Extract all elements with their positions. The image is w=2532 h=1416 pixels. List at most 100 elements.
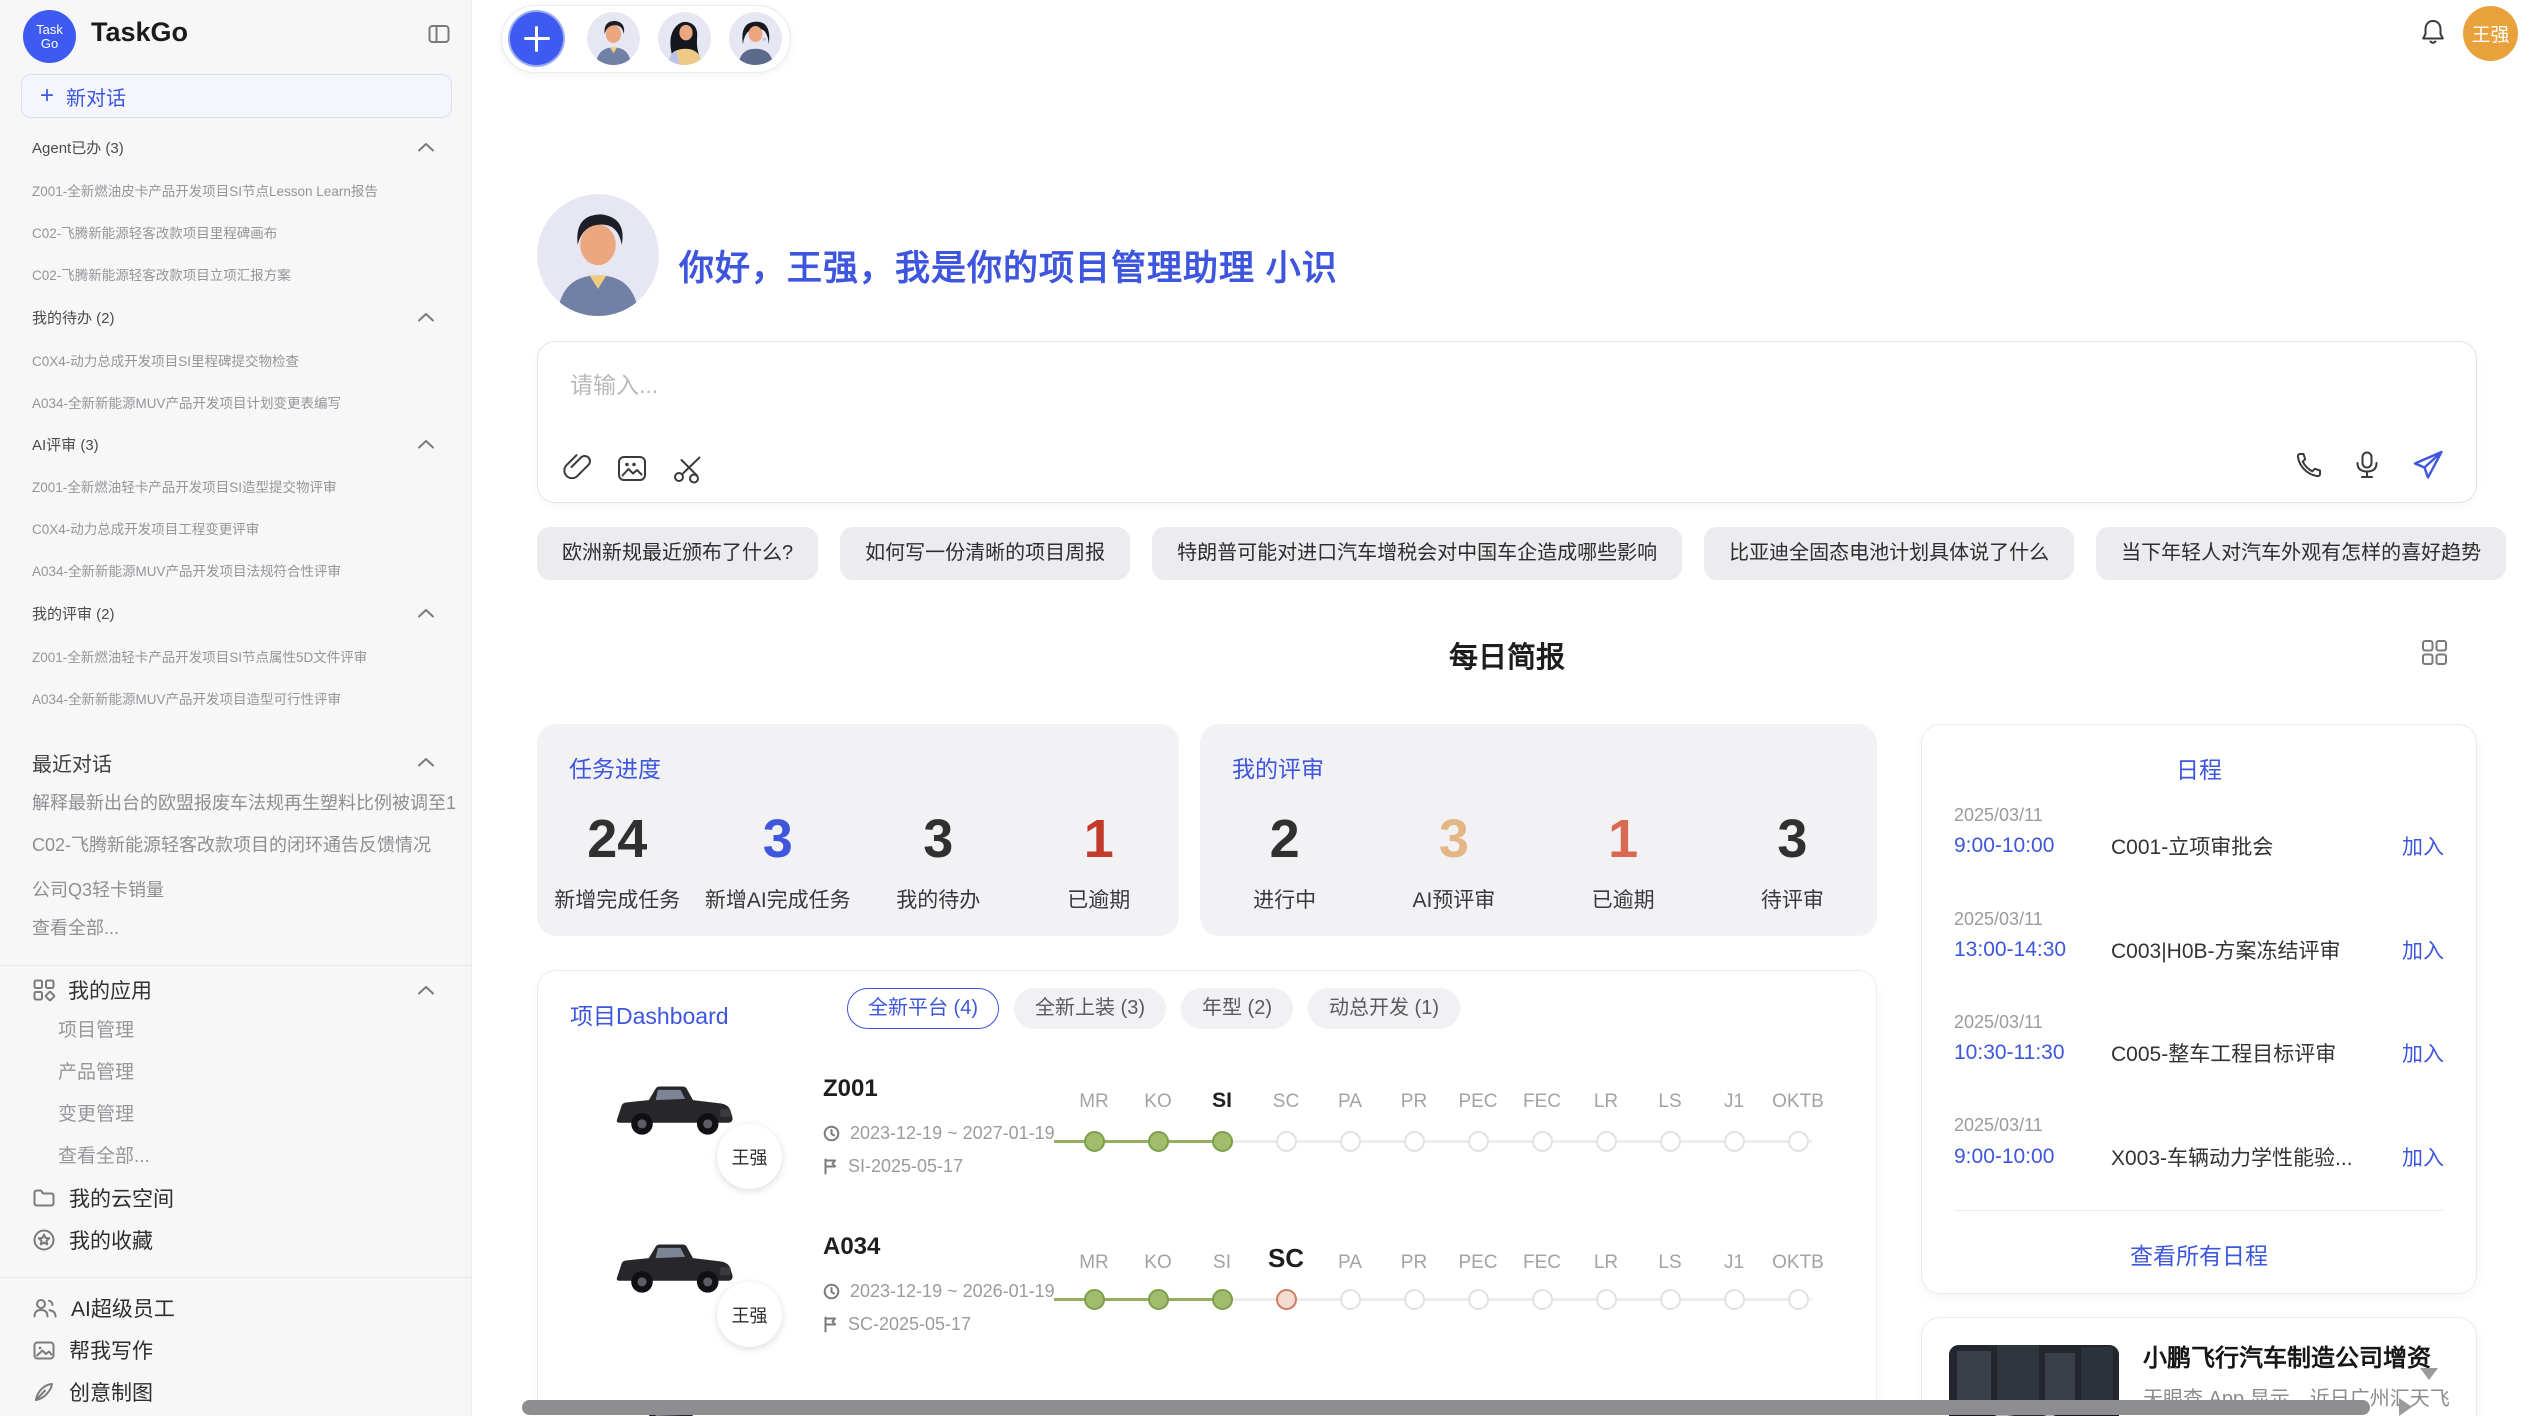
chevron-up-icon[interactable]	[417, 756, 435, 768]
sidebar-item-ai-employee[interactable]: AI超级员工	[32, 1293, 175, 1323]
metric-label: 已逾期	[1019, 884, 1180, 914]
sidebar-item[interactable]: C0X4-动力总成开发项目工程变更评审	[32, 518, 454, 536]
milestone-dot-done	[1212, 1289, 1233, 1310]
sidebar-item-favorites[interactable]: 我的收藏	[32, 1225, 153, 1255]
recent-view-all[interactable]: 查看全部...	[32, 914, 456, 938]
milestone-dot	[1788, 1289, 1809, 1310]
avatar-agent-3[interactable]	[729, 12, 782, 65]
microphone-icon[interactable]	[2352, 450, 2382, 481]
horizontal-scrollbar-thumb[interactable]	[522, 1400, 2370, 1415]
tab-new-body[interactable]: 全新上装 (3)	[1014, 988, 1166, 1029]
sidebar-item-creative-draw[interactable]: 创意制图	[32, 1377, 153, 1407]
notification-bell-icon[interactable]	[2419, 18, 2447, 48]
app-item-project-mgmt[interactable]: 项目管理	[58, 1015, 454, 1040]
scroll-down-arrow-icon[interactable]	[2420, 1368, 2438, 1380]
assistant-avatar	[537, 194, 659, 316]
section-header-agent-done[interactable]: Agent已办 (3)	[32, 137, 435, 157]
sidebar-item[interactable]: C02-飞腾新能源轻客改款项目里程碑画布	[32, 222, 454, 240]
avatar-agent-1[interactable]	[587, 12, 640, 65]
suggestion-chip[interactable]: 特朗普可能对进口汽车增税会对中国车企造成哪些影响	[1152, 527, 1682, 580]
chevron-up-icon[interactable]	[417, 607, 435, 619]
sidebar-item[interactable]: A034-全新新能源MUV产品开发项目计划变更表编写	[32, 392, 454, 410]
milestone-labels: MRKOSISCPAPRPECFECLRLSJ1OKTB	[1062, 1243, 1830, 1274]
project-name[interactable]: A034	[823, 1233, 880, 1261]
metric-label: 已逾期	[1539, 884, 1708, 914]
image-edit-icon	[32, 1340, 56, 1361]
project-date-range: 2023-12-19 ~ 2026-01-19	[823, 1281, 1055, 1302]
sidebar-item[interactable]: A034-全新新能源MUV产品开发项目造型可行性评审	[32, 688, 454, 706]
join-link[interactable]: 加入	[2402, 935, 2444, 965]
sidebar-item-help-write[interactable]: 帮我写作	[32, 1335, 153, 1365]
sidebar-item[interactable]: C02-飞腾新能源轻客改款项目立项汇报方案	[32, 264, 454, 282]
section-header-my-review[interactable]: 我的评审 (2)	[32, 603, 435, 623]
milestone-dot-done	[1148, 1131, 1169, 1152]
suggestion-chip[interactable]: 比亚迪全固态电池计划具体说了什么	[1704, 527, 2074, 580]
app-item-change-mgmt[interactable]: 变更管理	[58, 1099, 454, 1124]
suggestion-chip[interactable]: 欧洲新规最近颁布了什么?	[537, 527, 818, 580]
apps-grid-icon	[32, 978, 56, 1002]
app-item-product-mgmt[interactable]: 产品管理	[58, 1057, 454, 1082]
join-link[interactable]: 加入	[2402, 831, 2444, 861]
sidebar-collapse-icon[interactable]	[427, 22, 451, 46]
apps-view-all[interactable]: 查看全部...	[58, 1141, 454, 1166]
layout-grid-icon[interactable]	[2421, 639, 2448, 666]
sidebar-item-cloud-space[interactable]: 我的云空间	[32, 1183, 174, 1213]
chat-input[interactable]	[568, 364, 2072, 438]
milestone-dot-done	[1148, 1289, 1169, 1310]
event-date: 2025/03/11	[1954, 909, 2043, 930]
join-link[interactable]: 加入	[2402, 1142, 2444, 1172]
screenshot-scissors-icon[interactable]	[672, 453, 704, 484]
star-badge-icon	[32, 1228, 56, 1252]
chevron-up-icon[interactable]	[417, 984, 435, 996]
tab-powertrain[interactable]: 动总开发 (1)	[1308, 988, 1460, 1029]
join-link[interactable]: 加入	[2402, 1038, 2444, 1068]
section-header-recent-chats[interactable]: 最近对话	[32, 749, 435, 775]
sidebar-item[interactable]: Z001-全新燃油轻卡产品开发项目SI造型提交物评审	[32, 476, 454, 494]
metric: 3 我的待办	[858, 810, 1019, 914]
user-avatar[interactable]: 王强	[2463, 6, 2518, 61]
milestone-dot-done	[1084, 1131, 1105, 1152]
sidebar-item[interactable]: Z001-全新燃油轻卡产品开发项目SI节点属性5D文件评审	[32, 646, 454, 664]
recent-chat-item[interactable]: 公司Q3轻卡销量	[32, 876, 456, 900]
milestone-dot	[1468, 1131, 1489, 1152]
recent-chat-item[interactable]: 解释最新出台的欧盟报废车法规再生塑料比例被调至15%...	[32, 789, 456, 813]
recent-chat-item[interactable]: C02-飞腾新能源轻客改款项目的闭环通告反馈情况	[32, 831, 456, 855]
section-header-my-apps[interactable]: 我的应用	[32, 975, 435, 1005]
tab-model-year[interactable]: 年型 (2)	[1181, 988, 1293, 1029]
section-header-ai-review[interactable]: AI评审 (3)	[32, 434, 435, 454]
avatar-agent-2[interactable]	[658, 12, 711, 65]
metric-label: 进行中	[1200, 884, 1369, 914]
sidebar-item[interactable]: Z001-全新燃油皮卡产品开发项目SI节点Lesson Learn报告	[32, 180, 454, 198]
milestone-dot	[1340, 1289, 1361, 1310]
view-all-schedule-link[interactable]: 查看所有日程	[1922, 1237, 2476, 1271]
milestone-dot	[1532, 1289, 1553, 1310]
metric: 1 已逾期	[1019, 810, 1180, 914]
suggestion-chip[interactable]: 如何写一份清晰的项目周报	[840, 527, 1130, 580]
add-agent-button[interactable]	[510, 12, 563, 65]
milestone-track-done	[1054, 1298, 1226, 1301]
scroll-right-arrow-icon[interactable]	[2399, 1398, 2412, 1416]
section-title: AI评审 (3)	[32, 434, 99, 455]
section-header-my-todo[interactable]: 我的待办 (2)	[32, 307, 435, 327]
metric-value: 3	[698, 810, 859, 868]
chevron-up-icon[interactable]	[417, 141, 435, 153]
chevron-up-icon[interactable]	[417, 438, 435, 450]
sidebar-divider	[0, 1277, 471, 1278]
send-icon[interactable]	[2410, 448, 2446, 482]
project-owner-badge: 王强	[717, 1282, 782, 1347]
tab-new-platform[interactable]: 全新平台 (4)	[847, 988, 999, 1029]
attach-file-icon[interactable]	[562, 452, 592, 484]
greeting-title: 你好，王强，我是你的项目管理助理 小识	[679, 240, 1338, 291]
section-title: 最近对话	[32, 748, 112, 777]
project-name[interactable]: Z001	[823, 1075, 878, 1103]
insert-image-icon[interactable]	[616, 454, 648, 483]
chevron-up-icon[interactable]	[417, 311, 435, 323]
sidebar-item[interactable]: A034-全新新能源MUV产品开发项目法规符合性评审	[32, 560, 454, 578]
section-title: 我的评审 (2)	[32, 603, 115, 624]
new-chat-button[interactable]: + 新对话	[21, 74, 452, 118]
milestone-dot	[1660, 1131, 1681, 1152]
sidebar-item[interactable]: C0X4-动力总成开发项目SI里程碑提交物检查	[32, 350, 454, 368]
voice-call-icon[interactable]	[2294, 450, 2324, 480]
suggestion-chip[interactable]: 当下年轻人对汽车外观有怎样的喜好趋势	[2096, 527, 2506, 580]
event-date: 2025/03/11	[1954, 1012, 2043, 1033]
